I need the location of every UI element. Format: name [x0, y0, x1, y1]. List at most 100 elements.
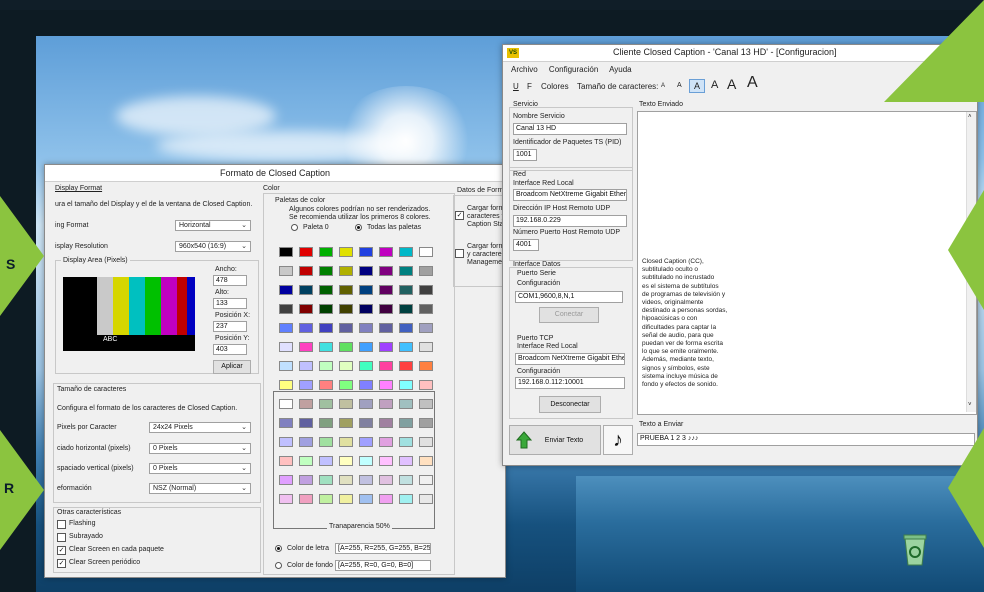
color-swatch[interactable]	[419, 361, 433, 371]
color-swatch[interactable]	[379, 361, 393, 371]
color-swatch[interactable]	[339, 266, 353, 276]
color-swatch[interactable]	[419, 380, 433, 390]
bg-color-value[interactable]: [A=255, R=0, G=0, B=0]	[335, 560, 431, 571]
color-swatch[interactable]	[279, 247, 293, 257]
color-swatch[interactable]	[299, 266, 313, 276]
underline-checkbox[interactable]	[57, 533, 66, 542]
color-swatch[interactable]	[339, 342, 353, 352]
color-swatch[interactable]	[379, 304, 393, 314]
size-m-button[interactable]: A	[689, 79, 706, 93]
ip-input[interactable]: 192.168.0.229	[513, 215, 627, 227]
color-swatch[interactable]	[419, 266, 433, 276]
service-name-input[interactable]: Canal 13 HD	[513, 123, 627, 135]
color-swatch[interactable]	[359, 266, 373, 276]
letter-color-radio[interactable]	[275, 545, 282, 552]
clear-periodic-checkbox[interactable]: ✓	[57, 559, 66, 568]
alto-input[interactable]: 133	[213, 298, 247, 309]
tcp-iface-select[interactable]: Broadcom NetXtreme Gigabit Ether	[515, 353, 625, 365]
flashing-checkbox[interactable]	[57, 520, 66, 529]
color-swatch[interactable]	[379, 323, 393, 333]
color-swatch[interactable]	[319, 266, 333, 276]
load-format-2-checkbox[interactable]	[455, 249, 464, 258]
color-swatch[interactable]	[319, 247, 333, 257]
color-swatch[interactable]	[319, 380, 333, 390]
posx-input[interactable]: 237	[213, 321, 247, 332]
color-swatch[interactable]	[299, 247, 313, 257]
size-xxl-button[interactable]: A	[747, 74, 758, 92]
size-s-button[interactable]: A	[677, 82, 682, 89]
display-format-select[interactable]: Horizontal ⌄	[175, 220, 251, 231]
palette0-radio[interactable]	[291, 224, 298, 231]
load-format-checkbox[interactable]: ✓	[455, 211, 464, 220]
color-swatch[interactable]	[279, 266, 293, 276]
all-palettes-radio[interactable]	[355, 224, 362, 231]
clear-packet-checkbox[interactable]: ✓	[57, 546, 66, 555]
color-swatch[interactable]	[279, 380, 293, 390]
color-swatch[interactable]	[299, 323, 313, 333]
color-swatch[interactable]	[339, 247, 353, 257]
pixels-select[interactable]: 24x24 Pixels ⌄	[149, 422, 251, 433]
size-xl-button[interactable]: A	[727, 76, 736, 92]
iface-select[interactable]: Broadcom NetXtreme Gigabit Etherne	[513, 189, 627, 201]
color-swatch[interactable]	[339, 323, 353, 333]
display-resolution-select[interactable]: 960x540 (16:9) ⌄	[175, 241, 251, 252]
pid-input[interactable]: 1001	[513, 149, 537, 161]
color-swatch[interactable]	[399, 361, 413, 371]
color-swatch[interactable]	[319, 323, 333, 333]
recycle-bin-icon[interactable]	[902, 532, 928, 566]
menu-configuracion[interactable]: Configuración	[549, 65, 598, 74]
color-swatch[interactable]	[359, 285, 373, 295]
color-swatch[interactable]	[399, 342, 413, 352]
color-swatch[interactable]	[359, 304, 373, 314]
color-swatch[interactable]	[339, 380, 353, 390]
apply-button[interactable]: Aplicar	[213, 360, 251, 374]
disconnect-button[interactable]: Desconectar	[539, 396, 601, 413]
underline-button[interactable]: U	[513, 82, 519, 91]
color-swatch[interactable]	[339, 304, 353, 314]
color-swatch[interactable]	[279, 342, 293, 352]
color-swatch[interactable]	[299, 304, 313, 314]
font-button[interactable]: F	[527, 82, 532, 91]
color-swatch[interactable]	[319, 304, 333, 314]
color-swatch[interactable]	[299, 285, 313, 295]
color-swatch[interactable]	[419, 323, 433, 333]
serial-conf-input[interactable]: COM1,9600,8,N,1	[515, 291, 623, 303]
color-swatch[interactable]	[299, 380, 313, 390]
color-swatch[interactable]	[419, 285, 433, 295]
sent-text-area[interactable]: Closed Caption (CC), subtitulado oculto o…	[637, 111, 977, 415]
color-swatch[interactable]	[339, 361, 353, 371]
color-swatch[interactable]	[379, 380, 393, 390]
color-swatch[interactable]	[339, 285, 353, 295]
size-l-button[interactable]: A	[711, 79, 718, 91]
color-swatch[interactable]	[279, 285, 293, 295]
color-swatch[interactable]	[279, 304, 293, 314]
color-swatch[interactable]	[379, 247, 393, 257]
connect-button[interactable]: Conectar	[539, 307, 599, 323]
color-swatch[interactable]	[359, 361, 373, 371]
color-swatch[interactable]	[359, 247, 373, 257]
color-swatch[interactable]	[379, 285, 393, 295]
color-swatch[interactable]	[399, 380, 413, 390]
music-note-icon[interactable]: ♪	[603, 425, 633, 455]
colors-button[interactable]: Colores	[541, 82, 569, 91]
color-swatch[interactable]	[299, 361, 313, 371]
send-button[interactable]: Enviar Texto	[509, 425, 601, 455]
color-swatch[interactable]	[319, 361, 333, 371]
color-swatch[interactable]	[319, 342, 333, 352]
send-text-input[interactable]: PRUEBA 1 2 3 ♪♪♪	[637, 433, 975, 446]
letter-color-value[interactable]: [A=255, R=255, G=255, B=255]	[335, 543, 431, 554]
color-swatch[interactable]	[419, 342, 433, 352]
color-swatch[interactable]	[419, 247, 433, 257]
color-swatch[interactable]	[379, 266, 393, 276]
color-swatch[interactable]	[399, 323, 413, 333]
color-swatch[interactable]	[279, 361, 293, 371]
deform-select[interactable]: NSZ (Normal) ⌄	[149, 483, 251, 494]
color-swatch[interactable]	[399, 285, 413, 295]
hspace-select[interactable]: 0 Pixels ⌄	[149, 443, 251, 454]
ancho-input[interactable]: 478	[213, 275, 247, 286]
posy-input[interactable]: 403	[213, 344, 247, 355]
menu-ayuda[interactable]: Ayuda	[609, 65, 632, 74]
tcp-conf-input[interactable]: 192.168.0.112:10001	[515, 377, 625, 389]
color-swatch[interactable]	[399, 304, 413, 314]
bg-color-radio[interactable]	[275, 562, 282, 569]
